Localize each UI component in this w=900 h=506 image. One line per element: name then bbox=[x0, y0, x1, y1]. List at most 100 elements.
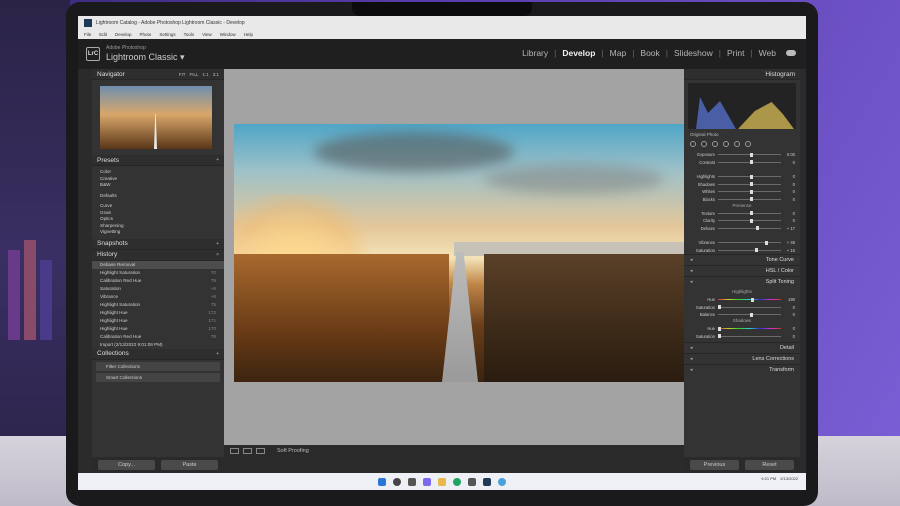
module-web[interactable]: Web bbox=[759, 48, 776, 58]
crop-tool-icon[interactable] bbox=[690, 141, 696, 147]
search-icon[interactable] bbox=[393, 477, 401, 486]
preset-group[interactable]: Vignetting bbox=[100, 229, 216, 236]
slider-knob[interactable] bbox=[755, 226, 759, 231]
slider-knob[interactable] bbox=[749, 160, 753, 165]
module-map[interactable]: Map bbox=[610, 48, 627, 58]
store-icon[interactable] bbox=[468, 477, 476, 486]
app-taskbar-icon[interactable] bbox=[498, 477, 506, 486]
history-item[interactable]: Calibration Red Hue 79 bbox=[92, 277, 224, 285]
slider-whites[interactable]: Whites 0 bbox=[684, 188, 800, 195]
slider-knob[interactable] bbox=[749, 211, 753, 216]
loaded-photo[interactable] bbox=[234, 124, 686, 382]
edge-icon[interactable] bbox=[453, 477, 461, 486]
slider-clarity[interactable]: Clarity 0 bbox=[684, 217, 800, 224]
history-item[interactable]: Highlight Hue 172 bbox=[92, 309, 224, 317]
spot-removal-icon[interactable] bbox=[701, 141, 707, 147]
add-collection-icon[interactable]: + bbox=[216, 351, 219, 357]
before-after-icon[interactable] bbox=[243, 448, 252, 454]
menu-item[interactable]: Develop bbox=[115, 32, 132, 37]
slider-dehaze[interactable]: Dehaze + 17 bbox=[684, 225, 800, 232]
chat-icon[interactable] bbox=[423, 477, 431, 486]
slider-highlights[interactable]: Highlights 0 bbox=[684, 173, 800, 180]
snapshots-header[interactable]: Snapshots + bbox=[92, 238, 224, 250]
red-eye-icon[interactable] bbox=[712, 141, 718, 147]
detail-header[interactable]: ◂ Detail bbox=[684, 342, 800, 353]
brush-icon[interactable] bbox=[745, 141, 751, 147]
history-item[interactable]: Calibration Red Hue 79 bbox=[92, 333, 224, 341]
split-sh-hue-slider[interactable]: Hue 0 bbox=[684, 325, 800, 332]
copy-button[interactable]: Copy... bbox=[98, 460, 155, 470]
graduated-filter-icon[interactable] bbox=[723, 141, 729, 147]
split-balance-slider[interactable]: Balance 0 bbox=[684, 311, 800, 318]
loupe-view-icon[interactable] bbox=[230, 448, 239, 454]
menu-item[interactable]: Photo bbox=[140, 32, 152, 37]
slider-knob[interactable] bbox=[749, 174, 753, 179]
slider-knob[interactable] bbox=[749, 197, 753, 202]
compare-view-icon[interactable] bbox=[256, 448, 265, 454]
hsl-color-header[interactable]: ◂ HSL / Color bbox=[684, 265, 800, 276]
history-item[interactable]: Debase Removal bbox=[92, 260, 224, 269]
history-item[interactable]: Vibrance +8 bbox=[92, 293, 224, 301]
tone-curve-header[interactable]: ◂ Tone Curve bbox=[684, 254, 800, 265]
histogram[interactable] bbox=[688, 83, 796, 129]
file-explorer-icon[interactable] bbox=[438, 477, 446, 486]
add-snapshot-icon[interactable]: + bbox=[216, 241, 219, 247]
zoom-1-1[interactable]: 1:1 bbox=[202, 72, 208, 77]
slider-knob[interactable] bbox=[754, 248, 758, 253]
menu-item[interactable]: Help bbox=[244, 32, 253, 37]
history-header[interactable]: History × bbox=[92, 249, 224, 261]
zoom-fit[interactable]: FIT bbox=[179, 72, 186, 77]
navigator-header[interactable]: Navigator FIT FILL 1:1 3:1 bbox=[92, 69, 224, 80]
tray-date[interactable]: 2/13/2022 bbox=[780, 476, 798, 481]
split-toning-header[interactable]: ◂ Split Toning bbox=[684, 276, 800, 287]
transform-header[interactable]: ◂ Transform bbox=[684, 364, 800, 375]
slider-knob[interactable] bbox=[749, 218, 753, 223]
split-hl-sat-slider[interactable]: Saturation 0 bbox=[684, 303, 800, 310]
collection-item[interactable]: Filter Collections bbox=[96, 361, 220, 371]
slider-knob[interactable] bbox=[749, 182, 753, 187]
menu-item[interactable]: Tools bbox=[184, 32, 195, 37]
navigator-thumbnail[interactable] bbox=[100, 86, 212, 149]
history-item[interactable]: Import (2/13/2022 9:01:09 PM) bbox=[92, 341, 224, 349]
zoom-fill[interactable]: FILL bbox=[189, 72, 198, 77]
history-item[interactable]: Highlight Saturation 70 bbox=[92, 269, 224, 277]
history-item[interactable]: Highlight Saturation 75 bbox=[92, 301, 224, 309]
collection-item[interactable]: Smart Collections bbox=[96, 372, 220, 382]
slider-exposure[interactable]: Exposure 0.00 bbox=[684, 151, 800, 158]
history-item[interactable]: Highlight Hue 170 bbox=[92, 325, 224, 333]
zoom-3-1[interactable]: 3:1 bbox=[213, 72, 219, 77]
collections-header[interactable]: Collections + bbox=[92, 348, 224, 360]
slider-vibrance[interactable]: Vibrance + 48 bbox=[684, 239, 800, 246]
image-canvas[interactable] bbox=[224, 69, 686, 445]
radial-filter-icon[interactable] bbox=[734, 141, 740, 147]
tray-time[interactable]: 9:21 PM bbox=[761, 476, 776, 481]
module-slideshow[interactable]: Slideshow bbox=[674, 48, 713, 58]
module-library[interactable]: Library bbox=[522, 48, 548, 58]
slider-shadows[interactable]: Shadows 0 bbox=[684, 181, 800, 188]
presets-header[interactable]: Presets + bbox=[92, 155, 224, 166]
slider-knob[interactable] bbox=[764, 240, 768, 245]
module-print[interactable]: Print bbox=[727, 48, 744, 58]
paste-button[interactable]: Paste bbox=[161, 460, 218, 470]
menu-item[interactable]: Edit bbox=[99, 32, 107, 37]
lens-corrections-header[interactable]: ◂ Lens Corrections bbox=[684, 353, 800, 364]
reset-button[interactable]: Reset bbox=[745, 460, 794, 470]
soft-proofing-checkbox[interactable]: Soft Proofing bbox=[277, 448, 309, 454]
previous-button[interactable]: Previous bbox=[690, 460, 739, 470]
history-item[interactable]: Saturation +6 bbox=[92, 285, 224, 293]
slider-contrast[interactable]: Contrast 0 bbox=[684, 158, 800, 165]
history-item[interactable]: Highlight Hue 171 bbox=[92, 317, 224, 325]
module-book[interactable]: Book bbox=[640, 48, 659, 58]
menu-item[interactable]: Window bbox=[220, 32, 236, 37]
slider-saturation[interactable]: Saturation + 15 bbox=[684, 247, 800, 254]
add-preset-icon[interactable]: + bbox=[216, 157, 219, 163]
menu-item[interactable]: File bbox=[84, 32, 91, 37]
split-hl-hue-slider[interactable]: Hue 190 bbox=[684, 296, 800, 303]
slider-blacks[interactable]: Blacks 0 bbox=[684, 195, 800, 202]
task-view-icon[interactable] bbox=[408, 477, 416, 486]
cloud-sync-icon[interactable] bbox=[786, 50, 796, 56]
split-sh-sat-slider[interactable]: Saturation 0 bbox=[684, 333, 800, 340]
identity-plate[interactable]: Lightroom Classic ▾ bbox=[106, 52, 185, 63]
module-develop[interactable]: Develop bbox=[562, 48, 595, 58]
slider-texture[interactable]: Texture 0 bbox=[684, 210, 800, 217]
